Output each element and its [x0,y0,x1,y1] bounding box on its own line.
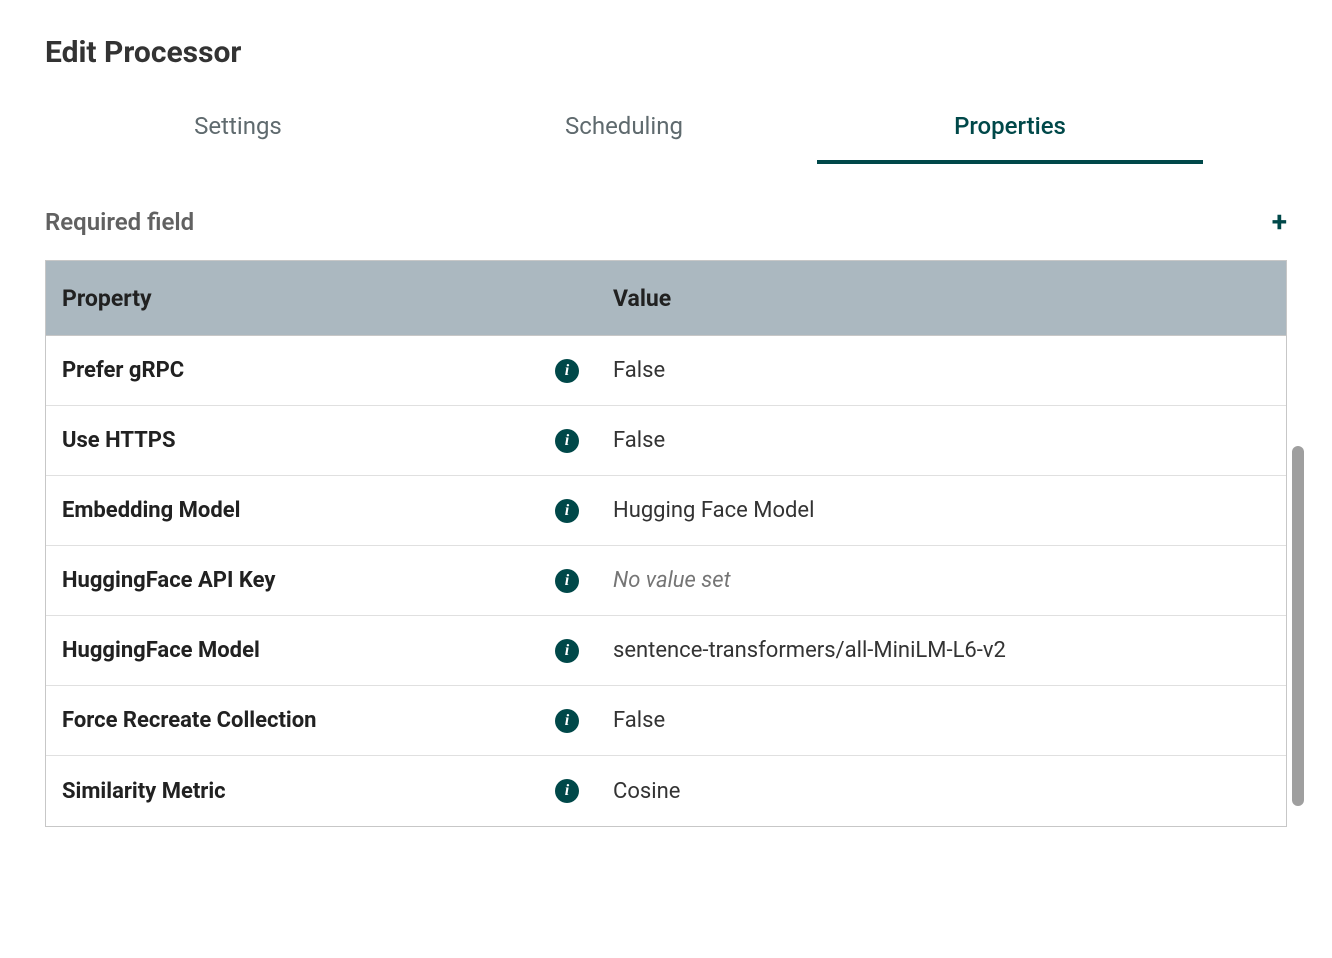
property-name: Prefer gRPC [62,358,184,383]
info-icon[interactable]: i [555,499,579,523]
table-header: Property Value [46,261,1286,336]
property-cell: Force Recreate Collection i [46,708,593,733]
value-cell[interactable]: False [593,708,1286,733]
table-row[interactable]: HuggingFace Model i sentence-transformers/… [46,616,1286,686]
value-cell[interactable]: Cosine [593,779,1286,804]
property-cell: HuggingFace API Key i [46,568,593,593]
info-icon[interactable]: i [555,429,579,453]
info-icon[interactable]: i [555,359,579,383]
value-cell[interactable]: False [593,428,1286,453]
property-cell: Embedding Model i [46,498,593,523]
property-cell: Prefer gRPC i [46,358,593,383]
info-icon[interactable]: i [555,569,579,593]
info-icon[interactable]: i [555,779,579,803]
add-property-button[interactable]: + [1272,204,1287,240]
tab-properties[interactable]: Properties [817,98,1203,162]
table-row[interactable]: Force Recreate Collection i False [46,686,1286,756]
property-name: Use HTTPS [62,428,176,453]
property-name: Embedding Model [62,498,240,523]
table-body: Prefer gRPC i False Use HTTPS i False Embeddin… [46,336,1286,826]
info-icon[interactable]: i [555,639,579,663]
property-cell: Use HTTPS i [46,428,593,453]
info-icon[interactable]: i [555,709,579,733]
value-cell[interactable]: No value set [593,568,1286,593]
property-name: HuggingFace API Key [62,568,275,593]
plus-icon: + [1272,205,1287,238]
tab-settings[interactable]: Settings [45,98,431,162]
value-cell[interactable]: False [593,358,1286,383]
table-row[interactable]: HuggingFace API Key i No value set [46,546,1286,616]
table-row[interactable]: Use HTTPS i False [46,406,1286,476]
table-row[interactable]: Embedding Model i Hugging Face Model [46,476,1286,546]
table-row[interactable]: Similarity Metric i Cosine [46,756,1286,826]
edit-processor-panel: Edit Processor Settings Scheduling Prope… [0,0,1332,827]
page-title: Edit Processor [45,35,1287,70]
value-cell[interactable]: Hugging Face Model [593,498,1286,523]
property-cell: Similarity Metric i [46,779,593,804]
property-name: HuggingFace Model [62,638,260,663]
column-header-value: Value [593,285,1286,312]
property-cell: HuggingFace Model i [46,638,593,663]
value-cell[interactable]: sentence-transformers/all-MiniLM-L6-v2 [593,638,1286,663]
section-header: Required field + [45,204,1287,240]
tab-scheduling[interactable]: Scheduling [431,98,817,162]
properties-table: Property Value Prefer gRPCiFalseUse HTTP… [45,260,1287,827]
section-label: Required field [45,208,194,236]
property-name: Force Recreate Collection [62,708,316,733]
scrollbar-thumb[interactable] [1292,446,1304,806]
table-row[interactable]: Prefer gRPC i False [46,336,1286,406]
column-header-property: Property [46,285,593,312]
property-name: Similarity Metric [62,779,226,804]
tab-bar: Settings Scheduling Properties [45,98,1287,162]
scrollbar[interactable] [1292,336,1304,826]
